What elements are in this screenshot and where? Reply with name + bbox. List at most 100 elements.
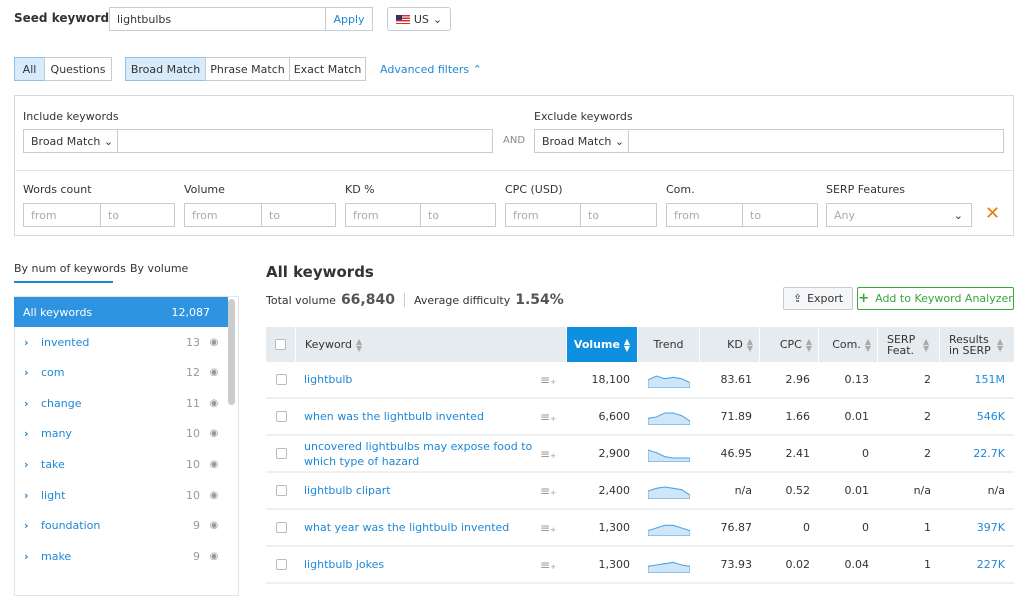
kd-label: KD % bbox=[345, 183, 375, 196]
serp-features-cell: 1 bbox=[924, 521, 931, 534]
col-com[interactable]: Com. ▲ ▼ bbox=[819, 327, 878, 362]
com-cell: 0.13 bbox=[844, 373, 870, 386]
col-results-in-serp[interactable]: Results in SERP ▲ ▼ bbox=[940, 327, 1014, 362]
include-keywords-input[interactable] bbox=[117, 129, 493, 153]
row-checkbox[interactable] bbox=[276, 436, 287, 471]
eye-icon[interactable]: ◉ bbox=[200, 490, 228, 501]
eye-icon[interactable]: ◉ bbox=[200, 428, 228, 439]
volume-to-input[interactable]: to bbox=[261, 203, 336, 227]
group-all-keywords[interactable]: All keywords 12,087 bbox=[14, 297, 228, 327]
words-to-input[interactable]: to bbox=[100, 203, 175, 227]
select-all-checkbox[interactable] bbox=[266, 327, 296, 362]
row-checkbox[interactable] bbox=[276, 547, 287, 582]
eye-icon[interactable]: ◉ bbox=[200, 367, 228, 378]
tab-all[interactable]: All bbox=[14, 57, 45, 81]
keyword-link[interactable]: lightbulb bbox=[304, 362, 539, 397]
eye-icon[interactable]: ◉ bbox=[200, 459, 228, 470]
volume-from-input[interactable]: from bbox=[184, 203, 262, 227]
add-to-list-icon[interactable]: ≡₊ bbox=[540, 510, 556, 545]
exclude-keywords-input[interactable] bbox=[628, 129, 1004, 153]
kd-cell: 71.89 bbox=[720, 410, 753, 423]
results-in-serp-cell[interactable]: 397K bbox=[940, 510, 1005, 545]
com-to-input[interactable]: to bbox=[742, 203, 818, 227]
group-item[interactable]: › invented 13 ◉ bbox=[14, 327, 228, 357]
chevron-right-icon: › bbox=[24, 519, 29, 533]
add-to-list-icon[interactable]: ≡₊ bbox=[540, 436, 556, 471]
chevron-right-icon: › bbox=[24, 549, 29, 563]
group-item[interactable]: › foundation 9 ◉ bbox=[14, 511, 228, 541]
add-to-list-icon[interactable]: ≡₊ bbox=[540, 399, 556, 434]
trend-sparkline bbox=[648, 399, 690, 434]
tab-exact-match[interactable]: Exact Match bbox=[289, 57, 366, 81]
group-item[interactable]: › change 11 ◉ bbox=[14, 388, 228, 418]
total-volume: 66,840 bbox=[340, 292, 395, 308]
tab-by-volume[interactable]: By volume bbox=[130, 262, 188, 275]
tab-broad-match[interactable]: Broad Match bbox=[125, 57, 206, 81]
and-label: AND bbox=[503, 135, 526, 146]
cpc-cell: 2.96 bbox=[785, 373, 811, 386]
scrollbar[interactable] bbox=[228, 299, 235, 405]
group-item[interactable]: › make 9 ◉ bbox=[14, 541, 228, 571]
col-cpc[interactable]: CPC ▲ ▼ bbox=[760, 327, 819, 362]
row-checkbox[interactable] bbox=[276, 510, 287, 545]
exclude-match-select[interactable]: Broad Match ⌄ bbox=[534, 129, 629, 153]
eye-icon[interactable]: ◉ bbox=[200, 398, 228, 409]
eye-icon[interactable]: ◉ bbox=[200, 337, 228, 348]
include-keywords-label: Include keywords bbox=[23, 110, 119, 123]
results-in-serp-cell[interactable]: 22.7K bbox=[940, 436, 1005, 471]
serp-features-cell: 2 bbox=[924, 447, 931, 460]
results-in-serp-cell: n/a bbox=[987, 484, 1005, 497]
table-row: lightbulb jokes ≡₊ 1,300 73.93 0.02 0.04… bbox=[266, 547, 1014, 584]
row-checkbox[interactable] bbox=[276, 362, 287, 397]
tab-phrase-match[interactable]: Phrase Match bbox=[205, 57, 290, 81]
table-row: lightbulb clipart ≡₊ 2,400 n/a 0.52 0.01… bbox=[266, 473, 1014, 510]
row-checkbox[interactable] bbox=[276, 473, 287, 508]
col-keyword[interactable]: Keyword ▲ ▼ bbox=[296, 327, 567, 362]
include-match-select[interactable]: Broad Match ⌄ bbox=[23, 129, 118, 153]
results-in-serp-cell[interactable]: 151M bbox=[940, 362, 1006, 397]
kd-from-input[interactable]: from bbox=[345, 203, 421, 227]
cpc-from-input[interactable]: from bbox=[505, 203, 581, 227]
serp-features-select[interactable]: Any ⌄ bbox=[826, 203, 972, 227]
cpc-to-input[interactable]: to bbox=[580, 203, 657, 227]
clear-filters-close-icon[interactable]: ✕ bbox=[985, 203, 1000, 224]
kd-cell: 73.93 bbox=[720, 558, 753, 571]
export-button[interactable]: ⇪ Export bbox=[783, 287, 853, 310]
group-item[interactable]: › light 10 ◉ bbox=[14, 480, 228, 510]
results-in-serp-cell[interactable]: 546K bbox=[940, 399, 1005, 434]
group-item[interactable]: › many 10 ◉ bbox=[14, 419, 228, 449]
eye-icon[interactable]: ◉ bbox=[200, 551, 228, 562]
table-row: lightbulb ≡₊ 18,100 83.61 2.96 0.13 2 15… bbox=[266, 362, 1014, 399]
keyword-link[interactable]: lightbulb clipart bbox=[304, 473, 539, 508]
add-to-keyword-analyzer-button[interactable]: + Add to Keyword Analyzer bbox=[857, 287, 1014, 310]
group-item[interactable]: › take 10 ◉ bbox=[14, 449, 228, 479]
keyword-link[interactable]: lightbulb jokes bbox=[304, 547, 539, 582]
advanced-filters-toggle[interactable]: Advanced filters ⌃ bbox=[380, 63, 482, 76]
country-select[interactable]: US ⌄ bbox=[387, 7, 451, 31]
chevron-right-icon: › bbox=[24, 488, 29, 502]
col-kd[interactable]: KD ▲ ▼ bbox=[700, 327, 760, 362]
add-to-list-icon[interactable]: ≡₊ bbox=[540, 547, 556, 582]
col-volume[interactable]: Volume ▲ ▼ bbox=[567, 327, 638, 362]
tab-by-num-keywords[interactable]: By num of keywords bbox=[14, 262, 126, 275]
page-title: All keywords bbox=[266, 263, 374, 281]
com-from-input[interactable]: from bbox=[666, 203, 743, 227]
row-checkbox[interactable] bbox=[276, 399, 287, 434]
kd-to-input[interactable]: to bbox=[420, 203, 496, 227]
active-tab-underline bbox=[14, 281, 113, 283]
volume-cell: 1,300 bbox=[598, 558, 631, 571]
results-in-serp-cell[interactable]: 227K bbox=[940, 547, 1005, 582]
keyword-link[interactable]: what year was the lightbulb invented bbox=[304, 510, 539, 545]
add-to-list-icon[interactable]: ≡₊ bbox=[540, 473, 556, 508]
apply-button[interactable]: Apply bbox=[325, 7, 373, 31]
seed-keyword-input[interactable]: lightbulbs bbox=[109, 7, 326, 31]
eye-icon[interactable]: ◉ bbox=[200, 520, 228, 531]
col-serp-features[interactable]: SERP Feat. ▲ ▼ bbox=[878, 327, 940, 362]
words-from-input[interactable]: from bbox=[23, 203, 101, 227]
add-to-list-icon[interactable]: ≡₊ bbox=[540, 362, 556, 397]
keyword-link[interactable]: uncovered lightbulbs may expose food to … bbox=[304, 436, 539, 471]
chevron-up-icon: ⌃ bbox=[472, 63, 482, 76]
keyword-link[interactable]: when was the lightbulb invented bbox=[304, 399, 539, 434]
tab-questions[interactable]: Questions bbox=[44, 57, 112, 81]
group-item[interactable]: › com 12 ◉ bbox=[14, 358, 228, 388]
